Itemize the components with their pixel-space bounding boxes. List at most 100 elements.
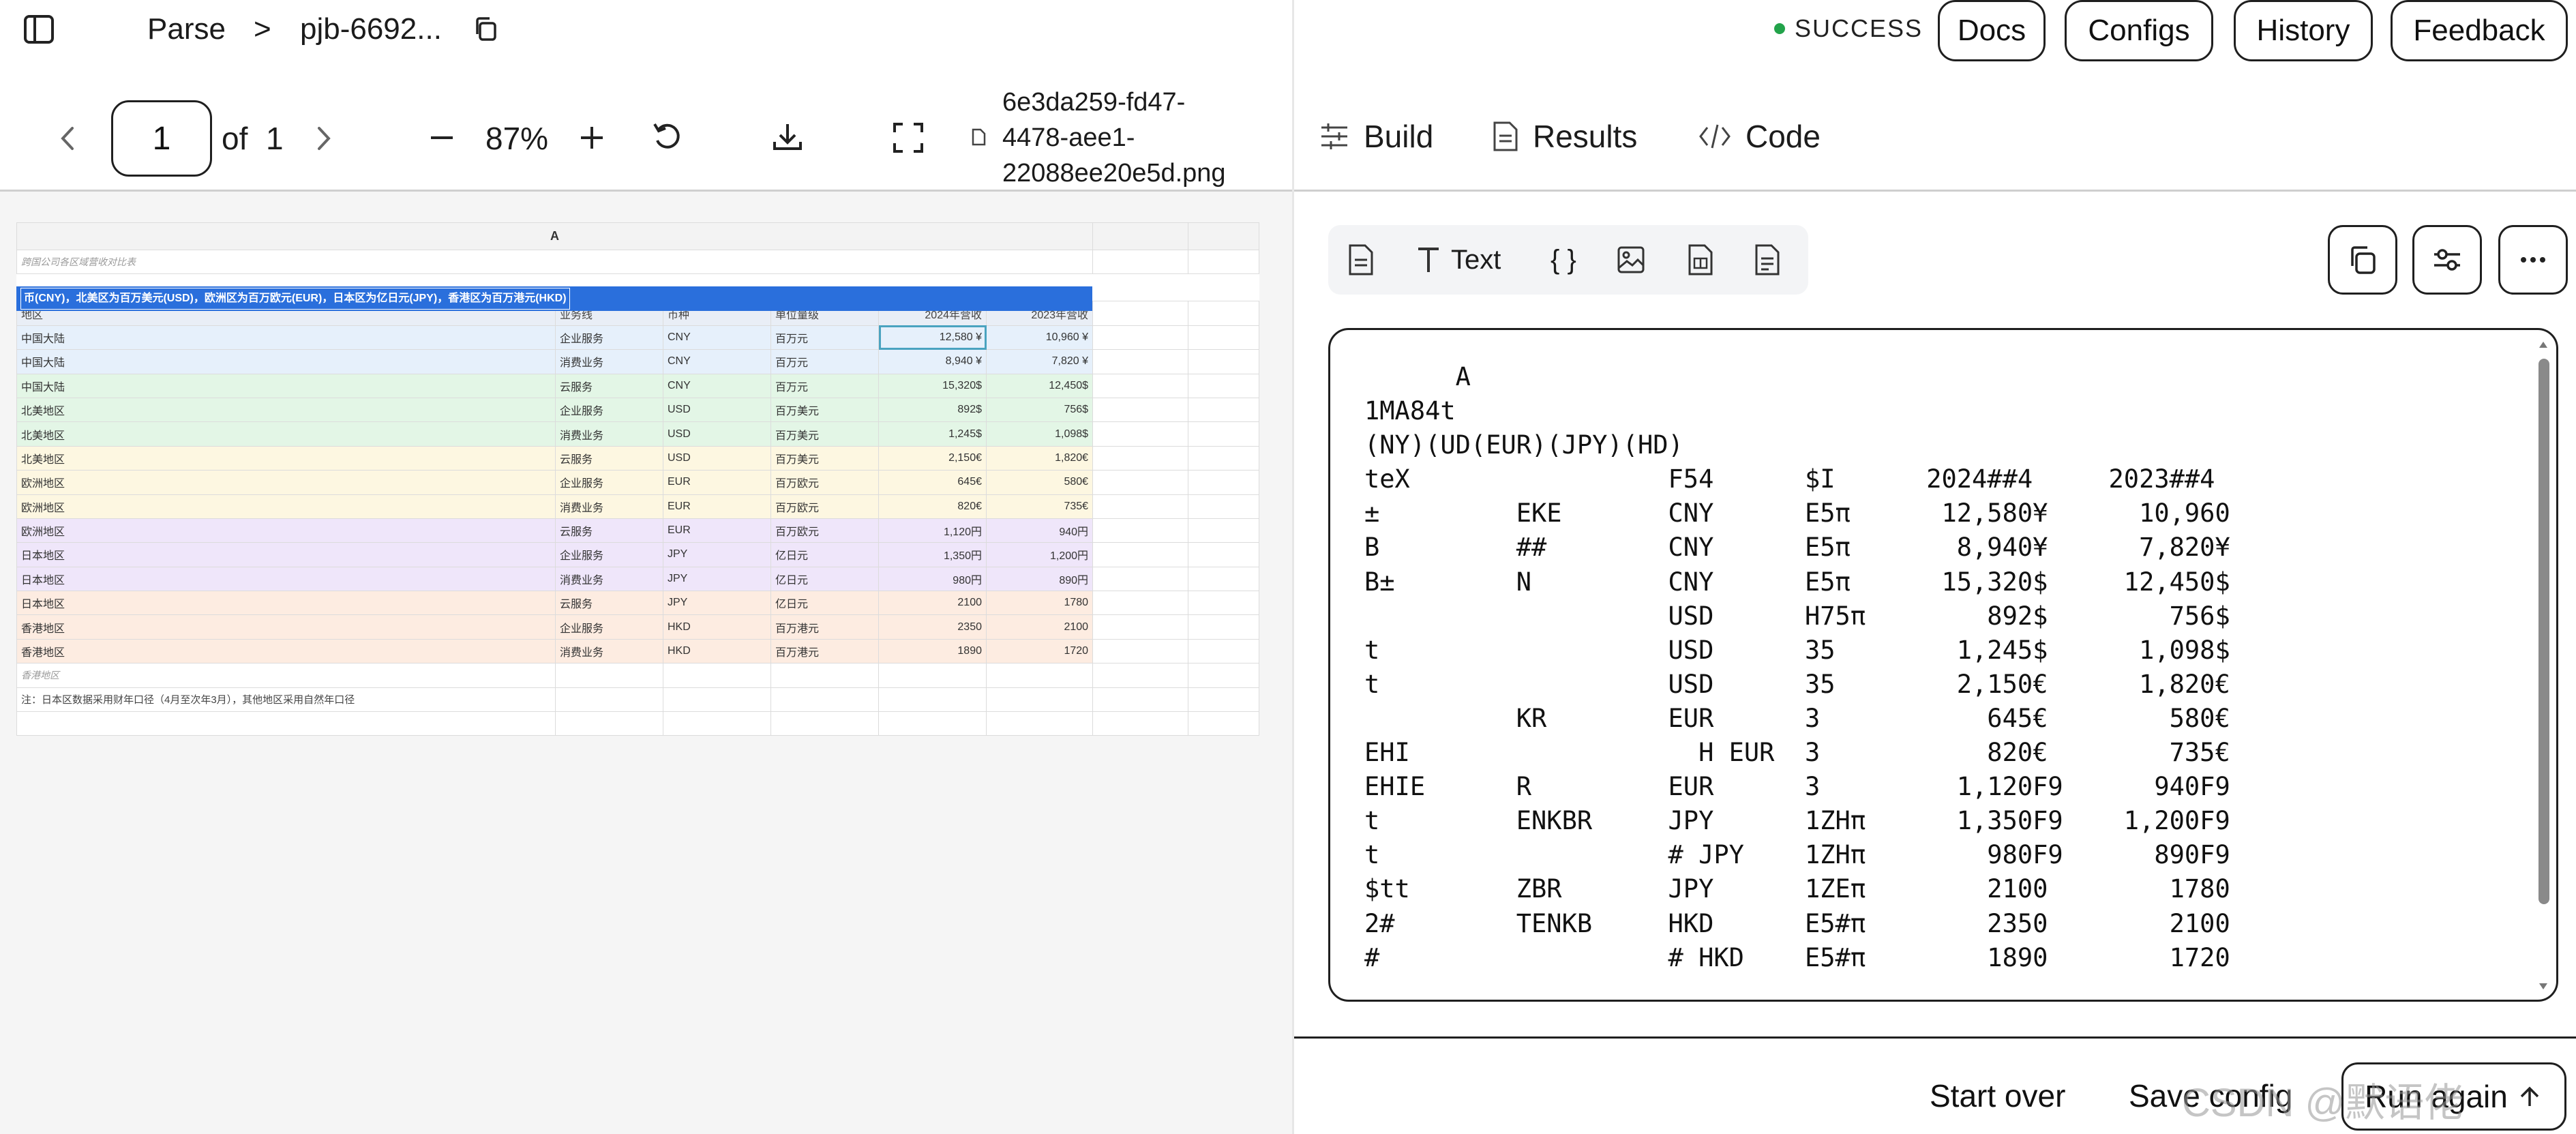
empty-cell xyxy=(1188,638,1260,664)
empty-cell xyxy=(985,663,1094,688)
settings-button[interactable] xyxy=(2412,225,2482,295)
table-cell: 15,320$ xyxy=(878,373,987,398)
breadcrumb-job-id[interactable]: pjb-6692... xyxy=(300,12,442,46)
table-row: 欧洲地区 企业服务 EUR 百万欧元 645€ 580€ xyxy=(16,470,1260,495)
markdown-view-icon[interactable] xyxy=(1347,239,1375,280)
json-view-button[interactable]: { } xyxy=(1551,239,1576,280)
table-cell: 1780 xyxy=(985,591,1094,616)
table-cell: 1,098$ xyxy=(985,421,1094,447)
configs-button[interactable]: Configs xyxy=(2065,0,2213,61)
table-cell: 消费业务 xyxy=(555,421,663,447)
docs-button[interactable]: Docs xyxy=(1938,0,2046,61)
prev-page-icon[interactable] xyxy=(55,123,82,154)
zoom-out-icon[interactable] xyxy=(427,124,457,151)
table-cell: JPY xyxy=(663,542,771,567)
rotate-icon[interactable] xyxy=(650,120,685,154)
table-cell: 云服务 xyxy=(555,518,663,543)
start-over-button[interactable]: Start over xyxy=(1930,1077,2065,1114)
chevron-right-icon: > xyxy=(254,12,271,46)
table-cell: EUR xyxy=(663,470,771,495)
empty-cell xyxy=(1188,591,1260,616)
empty-cell xyxy=(1092,421,1189,447)
empty-cell xyxy=(770,711,879,736)
table-cell: 1,200円 xyxy=(985,542,1094,567)
text-view-button[interactable]: Text xyxy=(1416,239,1501,280)
empty-cell xyxy=(1188,566,1260,592)
table-cell: 百万元 xyxy=(770,373,879,398)
zoom-in-icon[interactable] xyxy=(577,123,607,153)
empty-cell xyxy=(1092,566,1189,592)
filename-line: 4478-aee1- xyxy=(1002,123,1135,152)
copy-output-button[interactable] xyxy=(2328,225,2397,295)
tab-build[interactable]: Build xyxy=(1319,115,1433,158)
panel-splitter[interactable] xyxy=(1292,0,1294,1134)
empty-cell xyxy=(663,663,771,688)
run-shortcut-icon xyxy=(2520,1086,2539,1106)
empty-cell xyxy=(1092,518,1189,543)
empty-cell xyxy=(555,663,663,688)
table-cell: 日本地区 xyxy=(16,542,556,567)
filename-line: 22088ee20e5d.png xyxy=(1002,159,1226,188)
raw-doc-icon[interactable] xyxy=(1754,239,1781,280)
status-badge: SUCCESS xyxy=(1774,14,1923,42)
table-cell: 中国大陆 xyxy=(16,325,556,350)
empty-cell xyxy=(1092,494,1189,519)
column-header-empty xyxy=(1092,222,1189,250)
tab-results[interactable]: Results xyxy=(1492,115,1637,158)
tab-code[interactable]: Code xyxy=(1698,115,1821,158)
table-row: 中国大陆 消费业务 CNY 百万元 8,940 ¥7,820 ¥ xyxy=(16,349,1260,374)
ellipsis-icon xyxy=(2521,257,2545,263)
scrollbar-thumb[interactable] xyxy=(2538,359,2549,904)
copy-icon[interactable] xyxy=(472,15,499,42)
empty-cell xyxy=(1188,542,1260,567)
table-row: 欧洲地区 消费业务 EUR 百万欧元 820€ 735€ xyxy=(16,494,1260,519)
table-cell: 12,450$ xyxy=(985,373,1094,398)
table-cell: 1,120円 xyxy=(878,518,987,543)
table-cell: CNY xyxy=(663,349,771,374)
table-cell: 2100 xyxy=(985,614,1094,640)
download-icon[interactable] xyxy=(770,120,805,154)
output-line: A xyxy=(1364,362,1471,391)
table-cell: 2,150€ xyxy=(878,445,987,471)
empty-cell xyxy=(985,711,1094,736)
table-cell: 日本地区 xyxy=(16,566,556,592)
table-cell: 1,350円 xyxy=(878,542,987,567)
next-page-icon[interactable] xyxy=(310,123,337,154)
table-cell: 北美地区 xyxy=(16,397,556,423)
empty-cell xyxy=(770,663,879,688)
output-line: teX F54 $I 2024##4 2023##4 xyxy=(1364,464,2215,494)
table-cell: 百万欧元 xyxy=(770,494,879,519)
status-text: SUCCESS xyxy=(1795,14,1923,42)
table-row: 香港地区 企业服务 HKD 百万港元 2350 2100 xyxy=(16,614,1260,640)
history-button[interactable]: History xyxy=(2234,0,2373,61)
empty-cell xyxy=(1188,494,1260,519)
scrollbar[interactable] xyxy=(2536,340,2551,991)
table-cell: 消费业务 xyxy=(555,349,663,374)
table-cell: 香港地区 xyxy=(16,638,556,664)
empty-cell xyxy=(1092,325,1189,350)
table-doc-icon[interactable] xyxy=(1687,239,1714,280)
table-row: 香港地区 消费业务 HKD 百万港元 1890 1720 xyxy=(16,638,1260,664)
breadcrumb-parse[interactable]: Parse xyxy=(147,12,226,46)
empty-cell xyxy=(1092,711,1189,736)
table-cell: CNY xyxy=(663,325,771,350)
table-cell: 欧洲地区 xyxy=(16,494,556,519)
empty-cell xyxy=(1092,373,1189,398)
image-view-icon[interactable] xyxy=(1616,239,1646,280)
table-cell: 日本地区 xyxy=(16,591,556,616)
sidebar-toggle-icon[interactable] xyxy=(23,14,55,45)
output-text-panel[interactable]: A 1MA84t (NY)(UD(EUR)(JPY)(HD) teX F54 $I 2… xyxy=(1328,328,2558,1002)
empty-cell xyxy=(1188,518,1260,543)
table-cell: 百万港元 xyxy=(770,638,879,664)
sliders-icon xyxy=(1321,123,1347,149)
more-options-button[interactable] xyxy=(2498,225,2568,295)
page-number-input[interactable]: 1 xyxy=(111,100,212,177)
empty-cell xyxy=(1092,591,1189,616)
empty-cell xyxy=(1188,301,1260,326)
table-cell: 云服务 xyxy=(555,373,663,398)
output-line: USD H75π 892$ 756$ xyxy=(1364,601,2230,631)
feedback-button[interactable]: Feedback xyxy=(2391,0,2568,61)
table-cell: 亿日元 xyxy=(770,542,879,567)
fullscreen-icon[interactable] xyxy=(892,121,925,154)
table-cell: 中国大陆 xyxy=(16,373,556,398)
